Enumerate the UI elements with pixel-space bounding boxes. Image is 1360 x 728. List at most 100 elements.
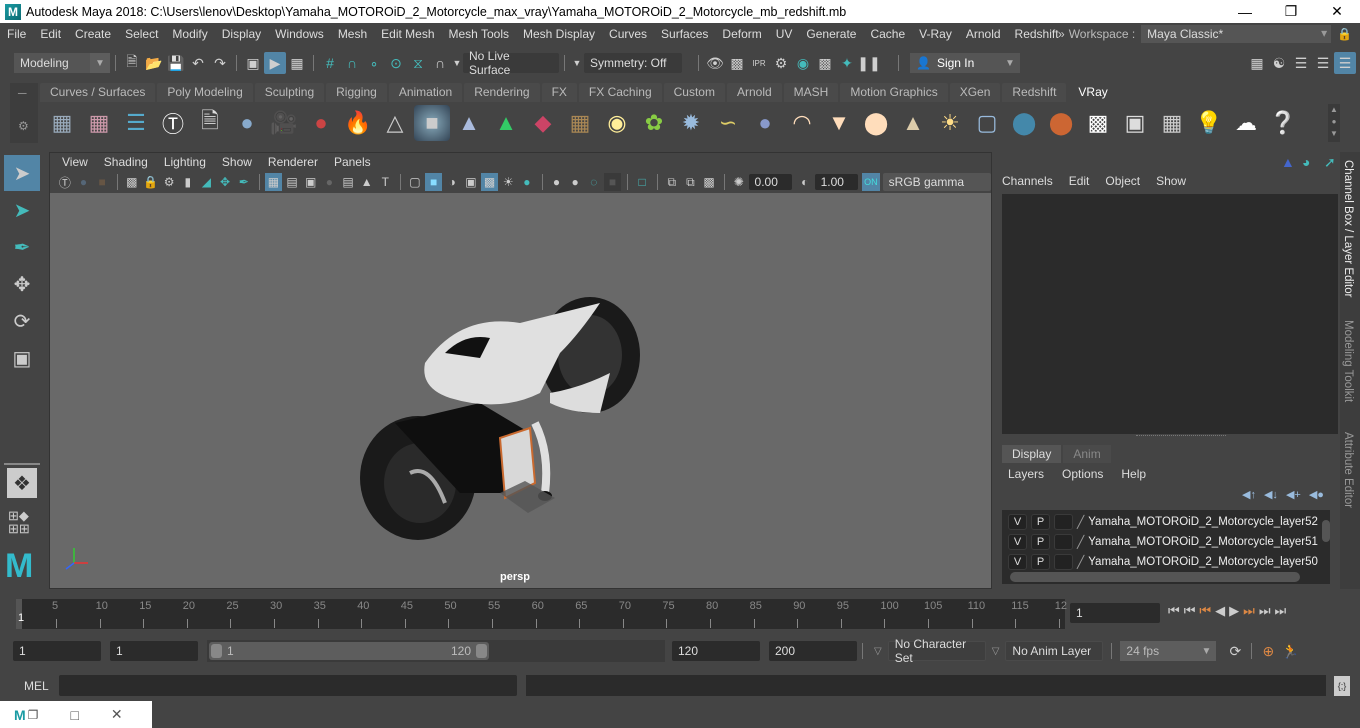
snap-curve-icon[interactable]: ∩ <box>341 52 363 74</box>
splitter-handle[interactable] <box>1136 435 1226 438</box>
tool-settings-icon[interactable]: ☰ <box>1312 52 1334 74</box>
menu-edit[interactable]: Edit <box>33 27 68 41</box>
move-layer-down-icon[interactable]: ◀↓ <box>1264 488 1278 501</box>
symmetry-dropdown[interactable]: Symmetry: Off <box>584 53 682 73</box>
vray-options-list-icon[interactable]: ☰ <box>118 105 154 141</box>
color-management-toggle-icon[interactable]: ON <box>862 173 880 191</box>
hypershade-icon[interactable]: ◉ <box>792 52 814 74</box>
range-slider[interactable]: 1 120 <box>207 640 665 662</box>
vray-mesh-light-icon[interactable]: ◆ <box>525 105 561 141</box>
viewport-canvas[interactable]: persp <box>50 193 991 588</box>
xray-icon[interactable]: ⧉ <box>663 173 681 191</box>
chevron-down-icon[interactable]: ▼ <box>570 52 584 74</box>
render-frame-icon[interactable]: ▩ <box>726 52 748 74</box>
2d-pan-zoom-icon[interactable]: ✥ <box>216 173 234 191</box>
loop-icon[interactable]: ⟳ <box>1224 640 1246 662</box>
gate-mask-icon[interactable]: ● <box>321 173 339 191</box>
four-view-layout-icon[interactable]: ⊞◆ ⊞⊞ <box>8 509 30 535</box>
vray-settings-panel-icon[interactable]: ▦ <box>1154 105 1190 141</box>
vray-globe-icon[interactable]: ● <box>747 105 783 141</box>
new-scene-icon[interactable]: 🗎 <box>121 52 143 74</box>
shelf-tab-mash[interactable]: MASH <box>783 83 839 102</box>
menu-set-dropdown[interactable]: Modeling ▼ <box>14 53 110 73</box>
screen-space-ao-icon[interactable]: ● <box>548 173 566 191</box>
shelf-tab-animation[interactable]: Animation <box>388 83 463 102</box>
use-all-lights-icon[interactable]: ☀ <box>499 173 517 191</box>
current-frame-field[interactable]: 1 <box>1070 603 1160 623</box>
snap-view-plane-icon[interactable]: ⊙ <box>385 52 407 74</box>
shelf-tab-sculpting[interactable]: Sculpting <box>254 83 325 102</box>
layer-row[interactable]: V P ╱ Yamaha_MOTOROiD_2_Motorcycle_layer… <box>1002 552 1330 572</box>
layer-color-swatch[interactable]: ╱ <box>1077 515 1084 529</box>
play-forwards-icon[interactable]: ▶ <box>1229 603 1239 619</box>
side-tab-modeling-toolkit[interactable]: Modeling Toolkit <box>1342 320 1354 402</box>
shelf-tabs-menu-icon[interactable]: ─ <box>18 86 27 100</box>
channel-box-menu-show[interactable]: Show <box>1156 174 1186 188</box>
grease-pencil-icon[interactable]: ✒ <box>235 173 253 191</box>
step-forward-frame-icon[interactable]: ⏭ <box>1259 603 1271 619</box>
render-view-icon[interactable]: 👁 <box>704 52 726 74</box>
range-end-handle[interactable] <box>476 644 487 658</box>
auto-key-icon[interactable]: ⊕ <box>1257 640 1279 662</box>
snap-live-icon[interactable]: ∩ <box>429 52 451 74</box>
pause-icon[interactable]: ❚❚ <box>857 52 880 74</box>
viewport-menu-panels[interactable]: Panels <box>326 155 379 169</box>
vray-toggle-icon[interactable]: Ⓣ <box>56 173 74 191</box>
vray-checker-icon[interactable]: ▩ <box>1080 105 1116 141</box>
select-object-icon[interactable]: ▶ <box>264 52 286 74</box>
gamma-icon[interactable]: ◐ <box>796 173 814 191</box>
layer-menu-help[interactable]: Help <box>1121 467 1146 481</box>
side-tab-channel-box[interactable]: Channel Box / Layer Editor <box>1342 160 1354 297</box>
bookmark-icon[interactable]: ▮ <box>179 173 197 191</box>
vray-material-sphere-icon[interactable]: ⬤ <box>1006 105 1042 141</box>
vray-multi-material-icon[interactable]: ⬤ <box>1043 105 1079 141</box>
channel-box-menu-edit[interactable]: Edit <box>1069 174 1090 188</box>
shelf-tab-fx[interactable]: FX <box>541 83 577 102</box>
open-scene-icon[interactable]: 📂 <box>143 52 165 74</box>
script-editor-icon[interactable]: {;} <box>1334 676 1350 696</box>
view-transform-field[interactable]: sRGB gamma <box>882 173 991 191</box>
menu-edit-mesh[interactable]: Edit Mesh <box>374 27 441 41</box>
shadows-icon[interactable]: ● <box>518 173 536 191</box>
vray-env-sphere-icon[interactable]: ◉ <box>599 105 635 141</box>
layer-playback-toggle[interactable]: P <box>1031 514 1050 530</box>
close-button[interactable]: ✕ <box>1314 0 1360 23</box>
isolate-select-icon[interactable]: □ <box>633 173 651 191</box>
shelf-tab-custom[interactable]: Custom <box>663 83 725 102</box>
chevron-down-icon[interactable]: ▽ <box>992 646 1000 657</box>
wireframe-icon[interactable]: ▢ <box>406 173 424 191</box>
character-controls-icon[interactable]: ☯ <box>1268 52 1290 74</box>
chevron-down-icon[interactable]: ▽ <box>874 646 882 657</box>
channel-box-menu-object[interactable]: Object <box>1105 174 1140 188</box>
menu-generate[interactable]: Generate <box>799 27 863 41</box>
shelf-tab-vray[interactable]: VRay <box>1068 83 1118 102</box>
layer-playback-toggle[interactable]: P <box>1031 554 1050 570</box>
menu-cache[interactable]: Cache <box>863 27 912 41</box>
textured-icon[interactable]: ▩ <box>480 173 499 191</box>
viewport-menu-view[interactable]: View <box>54 155 96 169</box>
camera-attributes-icon[interactable]: ⚙ <box>160 173 178 191</box>
gear-icon[interactable]: ⚙ <box>18 119 29 133</box>
menu-mesh-display[interactable]: Mesh Display <box>516 27 602 41</box>
more-menus-icon[interactable]: » <box>1058 27 1065 41</box>
shelf-tab-xgen[interactable]: XGen <box>949 83 1001 102</box>
exposure-field[interactable]: 0.00 <box>748 174 792 190</box>
channel-box-icon[interactable]: ☰ <box>1334 52 1356 74</box>
vray-spheres-icon[interactable]: ● <box>303 105 339 141</box>
horizontal-scrollbar[interactable] <box>1010 572 1300 582</box>
sign-in-dropdown[interactable]: 👤 Sign In ▼ <box>910 53 1020 73</box>
vray-ies-light-icon[interactable]: ▲ <box>895 105 931 141</box>
menu-surfaces[interactable]: Surfaces <box>654 27 715 41</box>
menu-curves[interactable]: Curves <box>602 27 654 41</box>
layer-tab-display[interactable]: Display <box>1002 445 1062 463</box>
shelf-tab-arnold[interactable]: Arnold <box>726 83 782 102</box>
xray-joints-icon[interactable]: ▩ <box>700 173 718 191</box>
vray-ipr-icon[interactable]: ● <box>75 173 93 191</box>
select-camera-icon[interactable]: ▩ <box>123 173 141 191</box>
vray-dome-light-icon[interactable]: ◠ <box>784 105 820 141</box>
vray-export-icon[interactable]: ▦ <box>44 105 80 141</box>
vray-camera-icon[interactable]: 🎥 <box>266 105 302 141</box>
vray-spot-light-icon[interactable]: ▼ <box>821 105 857 141</box>
layer-visibility-toggle[interactable]: V <box>1008 534 1027 550</box>
select-tool-icon[interactable]: ➤ <box>4 155 40 191</box>
